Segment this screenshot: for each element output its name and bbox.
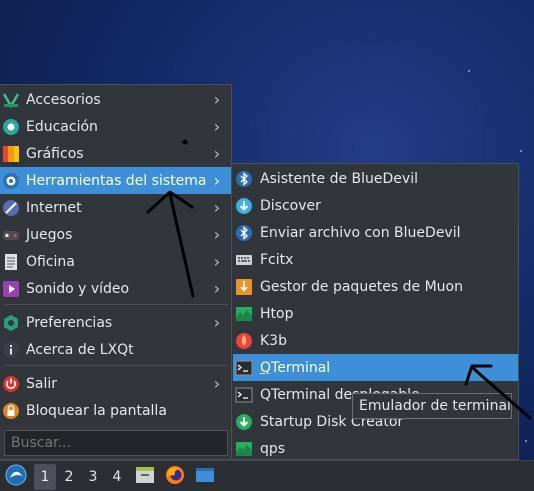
k3b-icon [235, 332, 253, 350]
multimedia-icon [2, 280, 20, 298]
menu-item-label: Herramientas del sistema [26, 172, 207, 189]
start-menu-button[interactable] [4, 464, 28, 490]
submenu-item-label: Htop [260, 305, 294, 322]
power-icon [2, 375, 20, 393]
office-icon [2, 253, 20, 271]
star [520, 150, 522, 152]
submenu-item-label: Gestor de paquetes de Muon [260, 278, 463, 295]
submenu-item-asistente-de-bluedevil[interactable]: Asistente de BlueDevil [233, 165, 518, 192]
info-icon [2, 341, 20, 359]
education-icon [2, 118, 20, 136]
chevron-right-icon: › [213, 279, 221, 298]
menu-item-label: Accesorios [26, 91, 101, 108]
menu-item-label: Internet [26, 199, 82, 216]
submenu-item-qterminal[interactable]: QTerminal [233, 354, 518, 381]
menu-item-graficos[interactable]: Gráficos › [0, 140, 231, 167]
submenu-item-label: QTerminal [260, 359, 331, 376]
menu-item-label: Salir [26, 375, 58, 392]
menu-separator [4, 304, 228, 305]
menu-item-label: Oficina [26, 253, 75, 270]
submenu-item-gestor-de-paquetes-de-muon[interactable]: Gestor de paquetes de Muon [233, 273, 518, 300]
chevron-right-icon: › [213, 144, 221, 163]
accessories-icon [2, 91, 20, 109]
submenu-item-label: Asistente de BlueDevil [260, 170, 418, 187]
workspace-3-button[interactable]: 3 [82, 464, 104, 490]
menu-item-sonido-y-video[interactable]: Sonido y vídeo › [0, 275, 231, 302]
chevron-right-icon: › [213, 90, 221, 109]
chevron-right-icon: › [213, 225, 221, 244]
menu-item-juegos[interactable]: Juegos › [0, 221, 231, 248]
menu-item-label: Sonido y vídeo [26, 280, 130, 297]
monitor-icon [235, 440, 253, 458]
games-icon [2, 226, 20, 244]
submenu-item-discover[interactable]: Discover [233, 192, 518, 219]
workspace-2-button[interactable]: 2 [58, 464, 80, 490]
lubuntu-logo-icon [5, 464, 27, 490]
menu-item-educacion[interactable]: Educación › [0, 113, 231, 140]
bluetooth-icon [235, 224, 253, 242]
submenu-item-label: Discover [260, 197, 321, 214]
star [525, 440, 527, 442]
submenu-item-k3b[interactable]: K3b [233, 327, 518, 354]
menu-item-label: Acerca de LXQt [26, 341, 134, 358]
terminal-icon [235, 359, 253, 377]
discover-icon [235, 197, 253, 215]
menu-item-label: Educación [26, 118, 98, 135]
desktop-icon [195, 465, 215, 489]
menu-item-oficina[interactable]: Oficina › [0, 248, 231, 275]
preferences-icon [2, 314, 20, 332]
submenu-item-label: Enviar archivo con BlueDevil [260, 224, 461, 241]
disk-creator-icon [235, 413, 253, 431]
menu-item-salir[interactable]: Salir › [0, 370, 231, 397]
chevron-right-icon: › [213, 117, 221, 136]
workspace-1-button[interactable]: 1 [34, 464, 56, 490]
internet-icon [2, 199, 20, 217]
file-manager-launcher[interactable] [133, 464, 157, 490]
submenu-item-fcitx[interactable]: Fcitx [233, 246, 518, 273]
submenu-item-enviar-archivo-con-bluedevil[interactable]: Enviar archivo con BlueDevil [233, 219, 518, 246]
chevron-right-icon: › [213, 313, 221, 332]
chevron-right-icon: › [213, 198, 221, 217]
menu-item-accesorios[interactable]: Accesorios › [0, 86, 231, 113]
graphics-icon [2, 145, 20, 163]
menu-item-label: Gráficos [26, 145, 84, 162]
star [468, 70, 470, 72]
menu-item-acerca-de-lxqt[interactable]: Acerca de LXQt [0, 336, 231, 363]
menu-item-label: Bloquear la pantalla [26, 402, 167, 419]
menu-item-bloquear-la-pantalla[interactable]: Bloquear la pantalla [0, 397, 231, 424]
submenu-item-label: Fcitx [260, 251, 294, 268]
terminal-icon [235, 386, 253, 404]
chevron-right-icon: › [213, 252, 221, 271]
chevron-right-icon: › [213, 171, 221, 190]
firefox-icon [165, 465, 185, 489]
system-tools-icon [2, 172, 20, 190]
file-manager-icon [135, 465, 155, 489]
submenu-item-label: qps [260, 440, 286, 457]
lock-icon [2, 402, 20, 420]
menu-separator [4, 365, 228, 366]
chevron-right-icon: › [213, 374, 221, 393]
menu-item-preferencias[interactable]: Preferencias › [0, 309, 231, 336]
application-menu: Accesorios › Educación › Gráficos › Herr… [0, 84, 232, 460]
show-desktop-button[interactable] [193, 464, 217, 490]
menu-item-label: Preferencias [26, 314, 113, 331]
package-manager-icon [235, 278, 253, 296]
menu-item-internet[interactable]: Internet › [0, 194, 231, 221]
tooltip: Emulador de terminal [352, 393, 512, 419]
submenu-item-label: K3b [260, 332, 287, 349]
monitor-icon [235, 305, 253, 323]
menu-item-label: Juegos [26, 226, 73, 243]
search-input[interactable] [4, 430, 228, 456]
bluetooth-icon [235, 170, 253, 188]
keyboard-icon [235, 251, 253, 269]
taskbar: 1 2 3 4 [0, 460, 534, 491]
submenu-item-qps[interactable]: qps [233, 435, 518, 462]
submenu-item-htop[interactable]: Htop [233, 300, 518, 327]
firefox-launcher[interactable] [163, 464, 187, 490]
workspace-4-button[interactable]: 4 [106, 464, 128, 490]
menu-item-herramientas-del-sistema[interactable]: Herramientas del sistema › [0, 167, 231, 194]
